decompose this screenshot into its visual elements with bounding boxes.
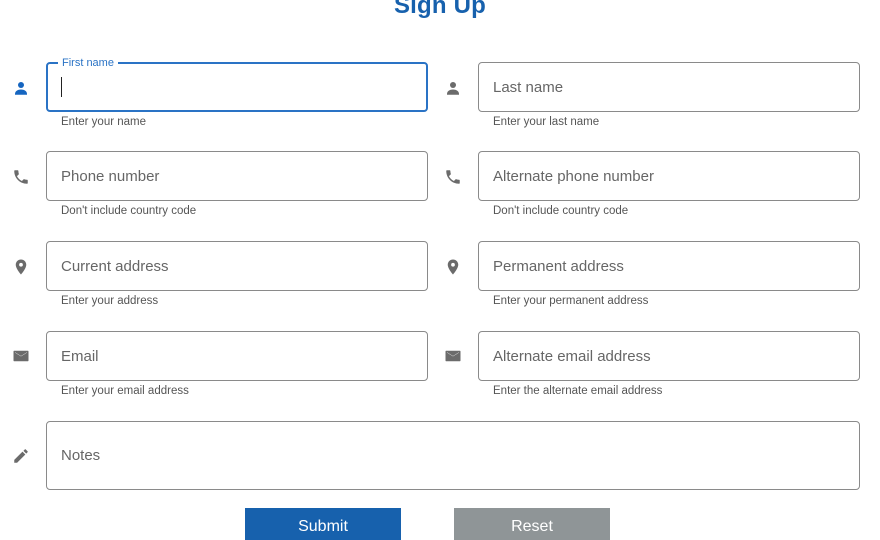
alt-email-helper: Enter the alternate email address xyxy=(493,385,663,397)
current-address-helper: Enter your address xyxy=(61,295,159,307)
mail-icon xyxy=(444,347,462,365)
phone-icon xyxy=(12,168,30,186)
first-name-field[interactable]: First name xyxy=(46,56,428,112)
alt-email-field[interactable] xyxy=(478,331,860,381)
last-name-input[interactable] xyxy=(493,63,845,111)
email-helper: Enter your email address xyxy=(61,385,189,397)
location-pin-icon xyxy=(12,258,30,276)
alt-phone-helper: Don't include country code xyxy=(493,205,629,217)
current-address-field[interactable] xyxy=(46,241,428,291)
last-name-helper: Enter your last name xyxy=(493,116,600,128)
phone-input[interactable] xyxy=(61,152,413,200)
pencil-icon xyxy=(12,447,30,465)
location-pin-icon xyxy=(444,258,462,276)
person-icon xyxy=(12,79,30,97)
permanent-address-helper: Enter your permanent address xyxy=(493,295,649,307)
email-field[interactable] xyxy=(46,331,428,381)
phone-helper: Don't include country code xyxy=(61,205,197,217)
person-icon xyxy=(444,79,462,97)
alt-phone-field[interactable] xyxy=(478,151,860,201)
first-name-input[interactable] xyxy=(62,64,412,110)
phone-icon xyxy=(444,168,462,186)
email-input[interactable] xyxy=(61,332,413,380)
current-address-input[interactable] xyxy=(61,242,413,290)
first-name-helper: Enter your name xyxy=(61,116,147,128)
permanent-address-field[interactable] xyxy=(478,241,860,291)
reset-button[interactable]: Reset xyxy=(454,508,610,540)
signup-page: Sign Up First name Enter your name Enter… xyxy=(0,0,880,540)
alt-phone-input[interactable] xyxy=(493,152,845,200)
permanent-address-input[interactable] xyxy=(493,242,845,290)
notes-input[interactable] xyxy=(61,422,845,489)
page-title: Sign Up xyxy=(393,0,487,19)
alt-email-input[interactable] xyxy=(493,332,845,380)
submit-button[interactable]: Submit xyxy=(245,508,401,540)
last-name-field[interactable] xyxy=(478,62,860,112)
mail-icon xyxy=(12,347,30,365)
notes-field[interactable] xyxy=(46,421,860,490)
phone-field[interactable] xyxy=(46,151,428,201)
